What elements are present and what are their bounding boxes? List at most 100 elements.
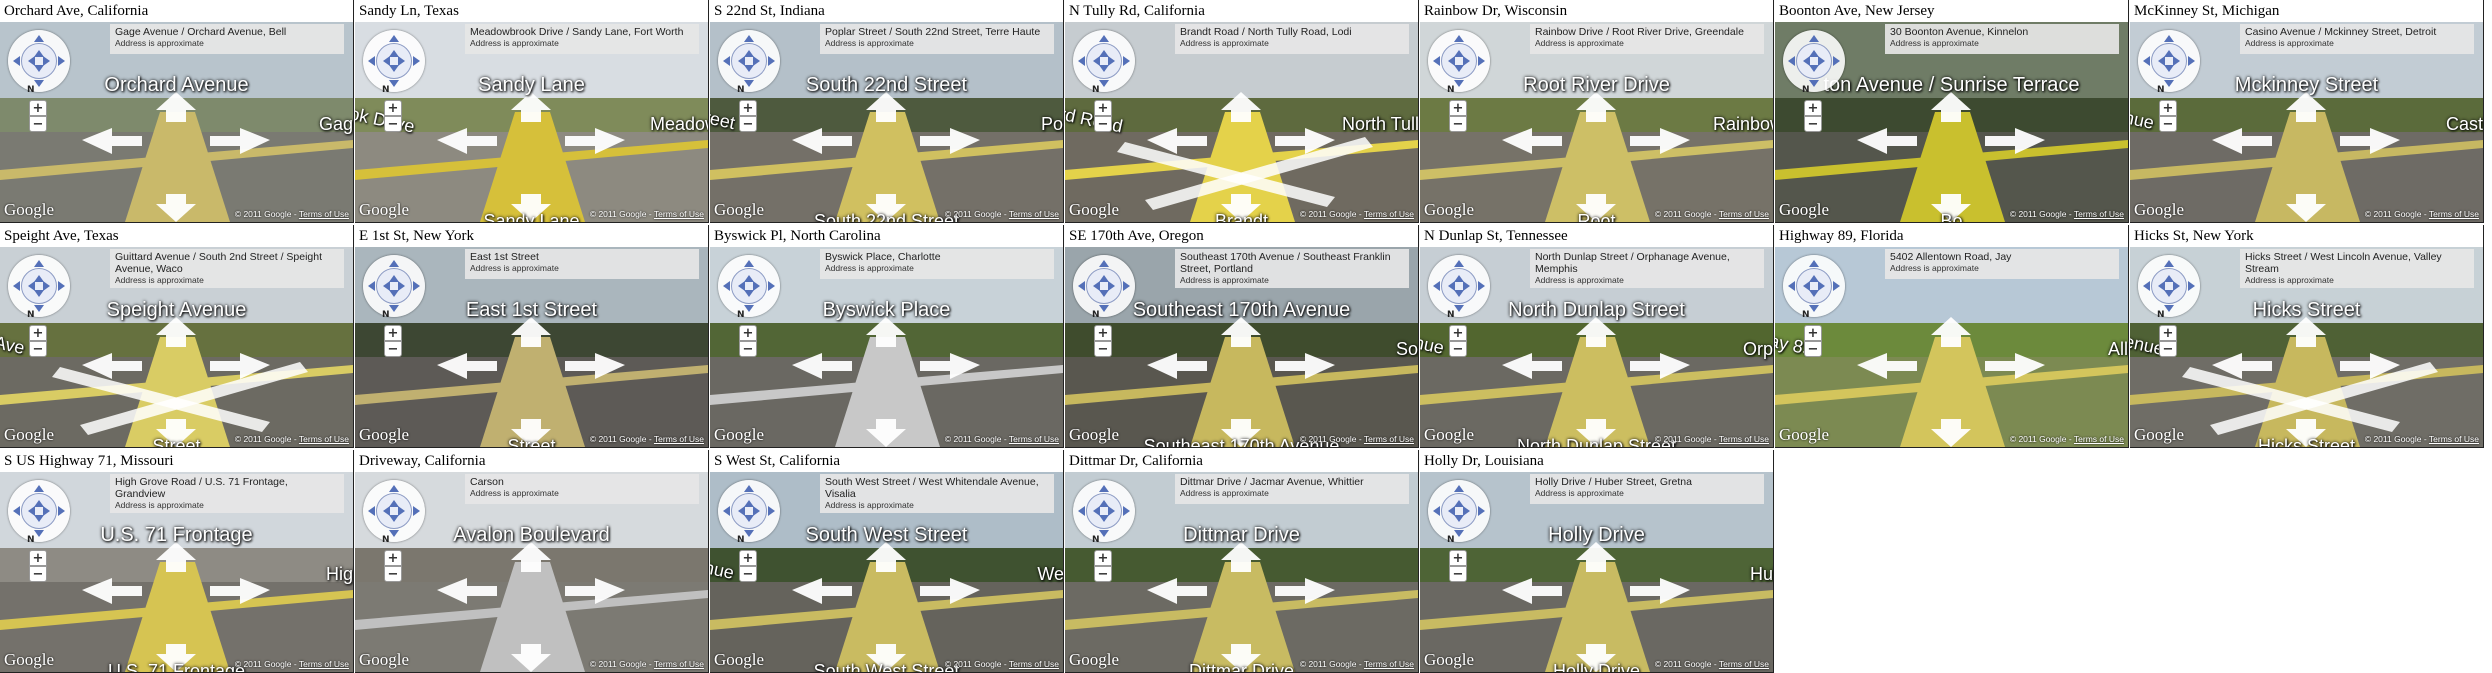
streetview-panorama[interactable]: North Dunlap StreetnueOrpaNorth Dunlap S… [1420,247,1773,447]
terms-of-use-link[interactable]: Terms of Use [654,209,704,219]
zoom-out-button[interactable]: − [1449,116,1467,132]
pan-left-icon[interactable] [13,281,20,291]
pan-down-icon[interactable] [34,305,44,312]
terms-of-use-link[interactable]: Terms of Use [1009,434,1059,444]
compass-arrows-icon[interactable] [363,480,425,542]
pan-up-icon[interactable] [744,485,754,492]
zoom-in-button[interactable]: + [739,325,757,341]
pan-left-icon[interactable] [2143,56,2150,66]
streetview-tile[interactable]: S West St, California South West Street nu… [710,450,1064,673]
pan-down-icon[interactable] [1809,80,1819,87]
terms-of-use-link[interactable]: Terms of Use [2429,434,2479,444]
nav-arrow-left[interactable] [82,353,142,379]
pan-inner-down-icon[interactable] [34,290,44,297]
zoom-out-button[interactable]: − [384,566,402,582]
pan-up-icon[interactable] [34,35,44,42]
pan-inner-down-icon[interactable] [744,290,754,297]
pan-up-icon[interactable] [1454,485,1464,492]
pan-up-icon[interactable] [1809,35,1819,42]
pan-inner-left-icon[interactable] [28,281,35,291]
zoom-in-button[interactable]: + [384,550,402,566]
pan-inner-left-icon[interactable] [1803,56,1810,66]
pan-inner-right-icon[interactable] [1463,506,1470,516]
streetview-panorama[interactable]: Mckinney StreetnueCasteN+−Casino Avenue … [2130,22,2483,222]
pan-right-icon[interactable] [1123,56,1130,66]
terms-of-use-link[interactable]: Terms of Use [1009,659,1059,669]
pan-inner-right-icon[interactable] [753,56,760,66]
pan-control[interactable] [1783,255,1845,317]
nav-arrow-left[interactable] [82,578,142,604]
pan-inner-right-icon[interactable] [1463,281,1470,291]
zoom-in-button[interactable]: + [384,325,402,341]
pan-inner-left-icon[interactable] [1448,281,1455,291]
pan-up-icon[interactable] [1099,260,1109,267]
pan-control[interactable] [8,30,70,92]
streetview-panorama[interactable]: rd RoadNorth TullyBrandtN+−Brandt Road /… [1065,22,1418,222]
streetview-tile[interactable]: Byswick Pl, North Carolina Byswick Place N… [710,225,1064,448]
nav-arrow-left[interactable] [437,578,497,604]
pan-right-icon[interactable] [768,56,775,66]
pan-left-icon[interactable] [1788,281,1795,291]
zoom-out-button[interactable]: − [1804,341,1822,357]
pan-control[interactable] [718,255,780,317]
compass-arrows-icon[interactable] [1073,480,1135,542]
pan-down-icon[interactable] [389,305,399,312]
pan-control[interactable] [1783,30,1845,92]
pan-down-icon[interactable] [1454,80,1464,87]
pan-control[interactable] [8,255,70,317]
streetview-tile[interactable]: Hicks St, New York Hicks Street enue Hicks … [2130,225,2484,448]
pan-up-icon[interactable] [389,35,399,42]
terms-of-use-link[interactable]: Terms of Use [1364,209,1414,219]
pan-inner-down-icon[interactable] [34,515,44,522]
pan-up-icon[interactable] [34,485,44,492]
pan-inner-down-icon[interactable] [389,515,399,522]
pan-inner-down-icon[interactable] [744,515,754,522]
compass-arrows-icon[interactable] [1428,255,1490,317]
pan-left-icon[interactable] [2143,281,2150,291]
terms-of-use-link[interactable]: Terms of Use [1719,659,1769,669]
pan-inner-left-icon[interactable] [383,56,390,66]
pan-inner-up-icon[interactable] [744,500,754,507]
streetview-tile[interactable]: SE 170th Ave, Oregon Southeast 170th Aven… [1065,225,1419,448]
streetview-panorama[interactable]: Sandy Laneok DriveMeadowSandy LaneN+−Mea… [355,22,708,222]
compass-arrows-icon[interactable] [8,255,70,317]
pan-inner-left-icon[interactable] [1093,506,1100,516]
pan-inner-down-icon[interactable] [1099,65,1109,72]
zoom-in-button[interactable]: + [1804,100,1822,116]
pan-inner-up-icon[interactable] [2164,50,2174,57]
pan-inner-left-icon[interactable] [1448,506,1455,516]
nav-arrow-left[interactable] [1502,353,1562,379]
pan-control[interactable] [718,30,780,92]
pan-inner-up-icon[interactable] [389,275,399,282]
terms-of-use-link[interactable]: Terms of Use [1009,209,1059,219]
pan-inner-right-icon[interactable] [1463,56,1470,66]
nav-arrow-left[interactable] [2212,353,2272,379]
terms-of-use-link[interactable]: Terms of Use [299,434,349,444]
pan-inner-down-icon[interactable] [1454,65,1464,72]
zoom-in-button[interactable]: + [1449,100,1467,116]
streetview-panorama[interactable]: Speight Avenue Ave Street N + − Guittard Avenu… [0,247,353,447]
pan-inner-right-icon[interactable] [1818,56,1825,66]
nav-arrow-left[interactable] [437,128,497,154]
pan-inner-up-icon[interactable] [744,50,754,57]
nav-arrow-left[interactable] [82,128,142,154]
pan-inner-left-icon[interactable] [1803,281,1810,291]
pan-inner-left-icon[interactable] [2158,56,2165,66]
pan-left-icon[interactable] [1433,56,1440,66]
pan-inner-left-icon[interactable] [383,281,390,291]
streetview-tile[interactable]: N Tully Rd, Californiard RoadNorth Tully… [1065,0,1419,223]
pan-inner-down-icon[interactable] [1809,65,1819,72]
pan-right-icon[interactable] [1478,281,1485,291]
streetview-panorama[interactable]: Root River Drive Rainbow Root N +− Rainbow Dr… [1420,22,1773,222]
streetview-panorama[interactable]: ay 89AlleN+−5402 Allentown Road, JayAddr… [1775,247,2128,447]
pan-left-icon[interactable] [1433,281,1440,291]
pan-right-icon[interactable] [413,281,420,291]
pan-inner-right-icon[interactable] [1108,56,1115,66]
zoom-out-button[interactable]: − [739,566,757,582]
pan-inner-up-icon[interactable] [1454,500,1464,507]
compass-arrows-icon[interactable] [1428,480,1490,542]
pan-down-icon[interactable] [34,80,44,87]
nav-arrow-left[interactable] [437,353,497,379]
pan-inner-up-icon[interactable] [389,500,399,507]
nav-arrow-left[interactable] [1147,578,1207,604]
